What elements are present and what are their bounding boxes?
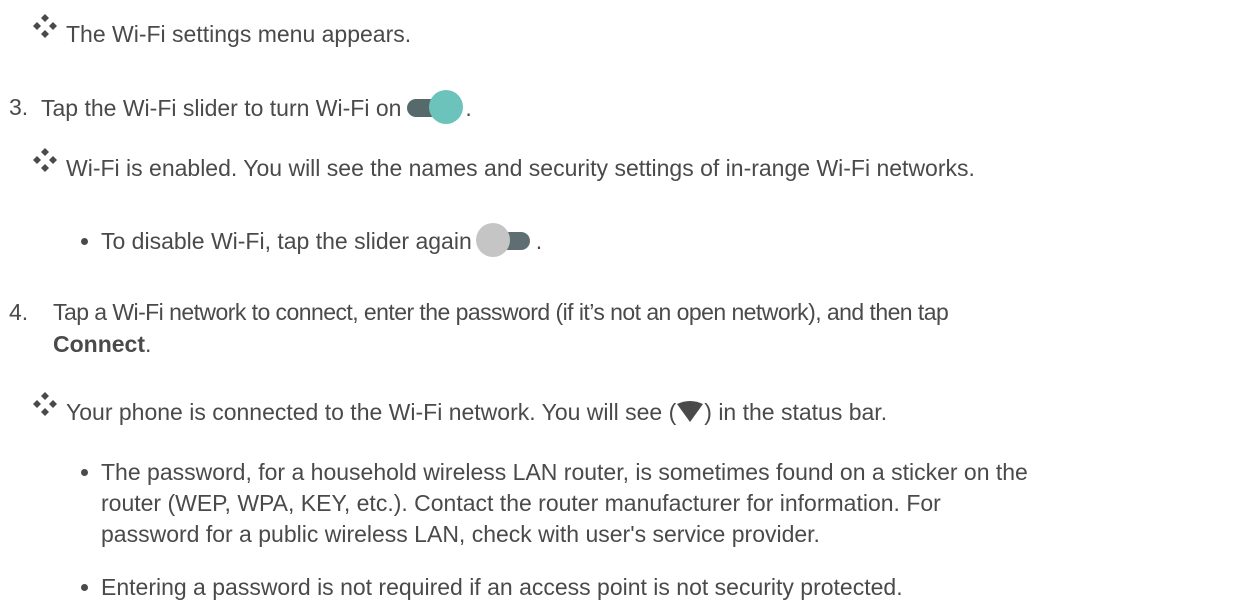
connected-text-before: Your phone is connected to the Wi-Fi net… <box>66 399 677 425</box>
result-text-wifi-menu: The Wi-Fi settings menu appears. <box>66 21 412 47</box>
list-bullet-dot <box>81 584 88 591</box>
diamond-bullet-icon <box>33 392 57 416</box>
note-no-password: Entering a password is not required if a… <box>101 574 903 600</box>
connect-label: Connect <box>53 331 145 357</box>
sub-instruction-disable: To disable Wi-Fi, tap the slider again. <box>101 223 543 260</box>
step-number-3: 3. <box>9 94 29 120</box>
step-3-text: Tap the Wi-Fi slider to turn Wi-Fi on <box>41 95 402 122</box>
step-3-period: . <box>465 95 472 122</box>
list-bullet-dot <box>81 238 88 245</box>
list-bullet-dot <box>81 469 88 476</box>
step-number-4: 4. <box>9 299 29 325</box>
step-4-period: . <box>145 331 152 357</box>
wifi-signal-icon <box>677 400 704 422</box>
note-password-line3: password for a public wireless LAN, chec… <box>101 521 820 547</box>
step-3-instruction: Tap the Wi-Fi slider to turn Wi-Fi on. <box>41 90 472 127</box>
diamond-bullet-icon <box>33 14 57 38</box>
step-4-instruction-line2: Connect. <box>53 330 151 358</box>
result-text-connected: Your phone is connected to the Wi-Fi net… <box>66 398 887 426</box>
connected-text-after: ) in the status bar. <box>704 399 888 425</box>
disable-period: . <box>535 228 543 255</box>
result-text-wifi-enabled: Wi-Fi is enabled. You will see the names… <box>66 155 975 181</box>
diamond-bullet-icon <box>33 148 57 172</box>
disable-text: To disable Wi-Fi, tap the slider again <box>101 228 472 255</box>
toggle-off-icon <box>475 223 536 257</box>
note-password-line2: router (WEP, WPA, KEY, etc.). Contact th… <box>101 490 941 516</box>
step-4-instruction-line1: Tap a Wi-Fi network to connect, enter th… <box>53 299 949 325</box>
toggle-on-icon <box>405 90 465 124</box>
note-password-line1: The password, for a household wireless L… <box>101 459 1028 485</box>
